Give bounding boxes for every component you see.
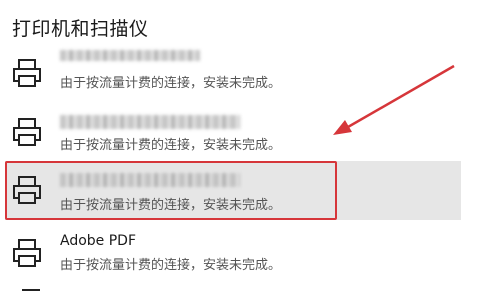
printer-status: 由于按流量计费的连接，安装未完成。 [60, 76, 282, 91]
printer-name: Adobe PDF [60, 233, 137, 249]
printer-status: 由于按流量计费的连接，安装未完成。 [60, 258, 282, 273]
printer-list: 由于按流量计费的连接，安装未完成。 由于按流量计费的连接，安装未完成。 由于按流… [0, 0, 485, 297]
printer-icon [13, 239, 41, 267]
printer-name-redacted [60, 115, 240, 129]
printer-item-adobe-pdf[interactable]: Adobe PDF 由于按流量计费的连接，安装未完成。 [5, 231, 461, 277]
printer-name-redacted [60, 50, 200, 61]
printer-icon [13, 59, 41, 87]
printer-item-2[interactable]: 由于按流量计费的连接，安装未完成。 [5, 108, 461, 158]
printer-icon [13, 118, 41, 146]
highlight-box [5, 161, 337, 220]
printer-item-1[interactable]: 由于按流量计费的连接，安装未完成。 [5, 50, 461, 96]
printer-status: 由于按流量计费的连接，安装未完成。 [60, 138, 282, 153]
printer-icon-partial [22, 289, 40, 299]
